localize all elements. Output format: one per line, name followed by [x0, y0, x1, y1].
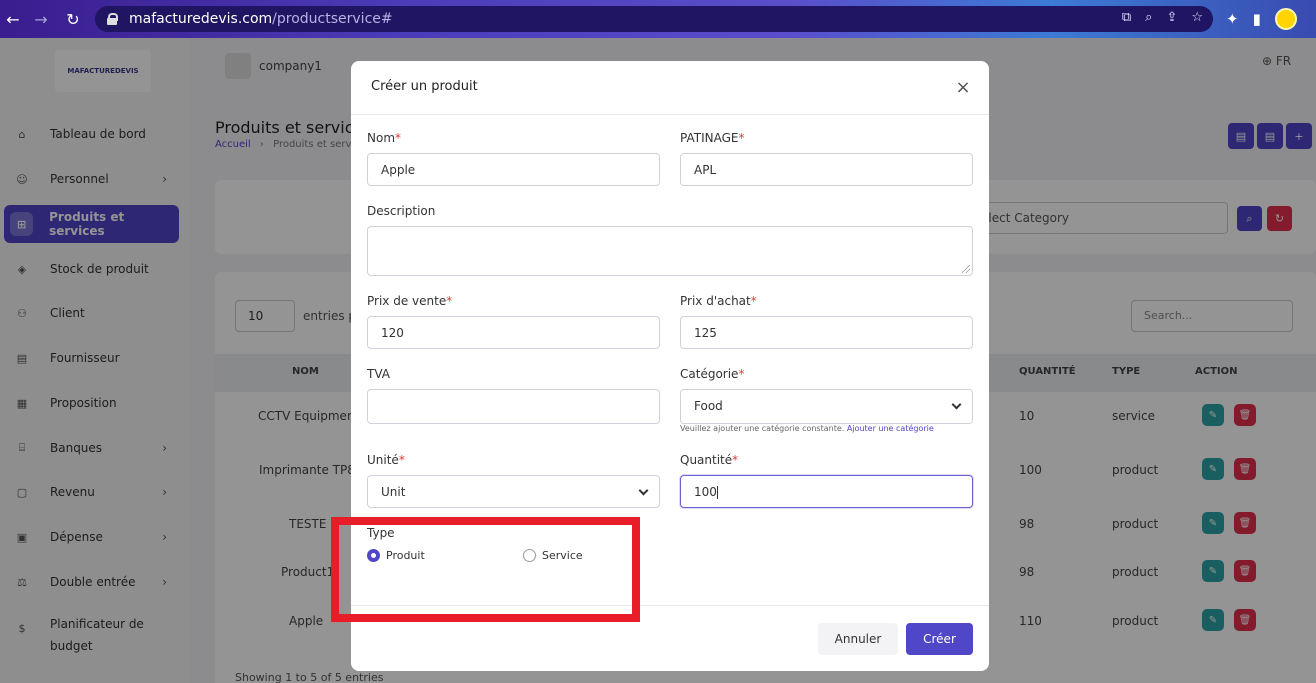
unite-label: Unité*: [367, 453, 405, 467]
prix-achat-input[interactable]: 125: [680, 316, 973, 349]
forward-arrow-icon[interactable]: →: [28, 6, 54, 32]
url-host: mafacturedevis.com: [129, 11, 273, 27]
patinage-label: PATINAGE*: [680, 131, 745, 145]
close-icon[interactable]: ×: [954, 79, 972, 97]
prix-achat-label: Prix d'achat*: [680, 294, 757, 308]
browser-chrome: ← → ↻ mafacturedevis.com/productservice#…: [0, 0, 1316, 38]
share-icon[interactable]: ⇪: [1166, 10, 1177, 25]
extensions-icon[interactable]: ✦: [1226, 10, 1239, 28]
reload-icon[interactable]: ↻: [60, 6, 86, 32]
description-label: Description: [367, 204, 436, 218]
create-button[interactable]: Créer: [906, 623, 973, 655]
lock-icon: [107, 13, 118, 25]
star-icon[interactable]: ☆: [1191, 10, 1203, 25]
nom-input[interactable]: Apple: [367, 153, 660, 186]
nom-label: Nom*: [367, 131, 402, 145]
quantite-label: Quantité*: [680, 453, 739, 467]
address-bar[interactable]: mafacturedevis.com/productservice# ⧉ ⌕ ⇪…: [95, 6, 1213, 32]
zoom-icon[interactable]: ⌕: [1145, 10, 1152, 25]
tva-input[interactable]: [367, 389, 660, 424]
quantite-input[interactable]: 100: [680, 475, 973, 508]
unite-select[interactable]: Unit: [367, 475, 660, 508]
tva-label: TVA: [367, 367, 390, 381]
chevron-down-icon: [638, 485, 649, 496]
categorie-hint: Veuillez ajouter une catégorie constante…: [680, 424, 934, 433]
description-textarea[interactable]: [367, 226, 973, 276]
categorie-label: Catégorie*: [680, 367, 745, 381]
sidepanel-icon[interactable]: ▮: [1253, 10, 1261, 28]
prix-vente-input[interactable]: 120: [367, 316, 660, 349]
categorie-select[interactable]: Food: [680, 389, 973, 424]
cancel-button[interactable]: Annuler: [818, 623, 898, 655]
modal-title: Créer un produit: [371, 79, 478, 94]
annotation-highlight-box: [331, 517, 640, 622]
modal-header-divider: [351, 114, 989, 115]
chevron-down-icon: [951, 399, 962, 410]
profile-avatar[interactable]: [1274, 8, 1297, 30]
url-path: /productservice#: [272, 11, 393, 27]
resize-grip-icon[interactable]: [962, 265, 970, 273]
patinage-input[interactable]: APL: [680, 153, 973, 186]
back-arrow-icon[interactable]: ←: [0, 6, 26, 32]
text-caret: [716, 486, 718, 499]
translate-icon[interactable]: ⧉: [1122, 10, 1131, 25]
add-category-link[interactable]: Ajouter une catégorie: [847, 424, 934, 433]
prix-vente-label: Prix de vente*: [367, 294, 453, 308]
